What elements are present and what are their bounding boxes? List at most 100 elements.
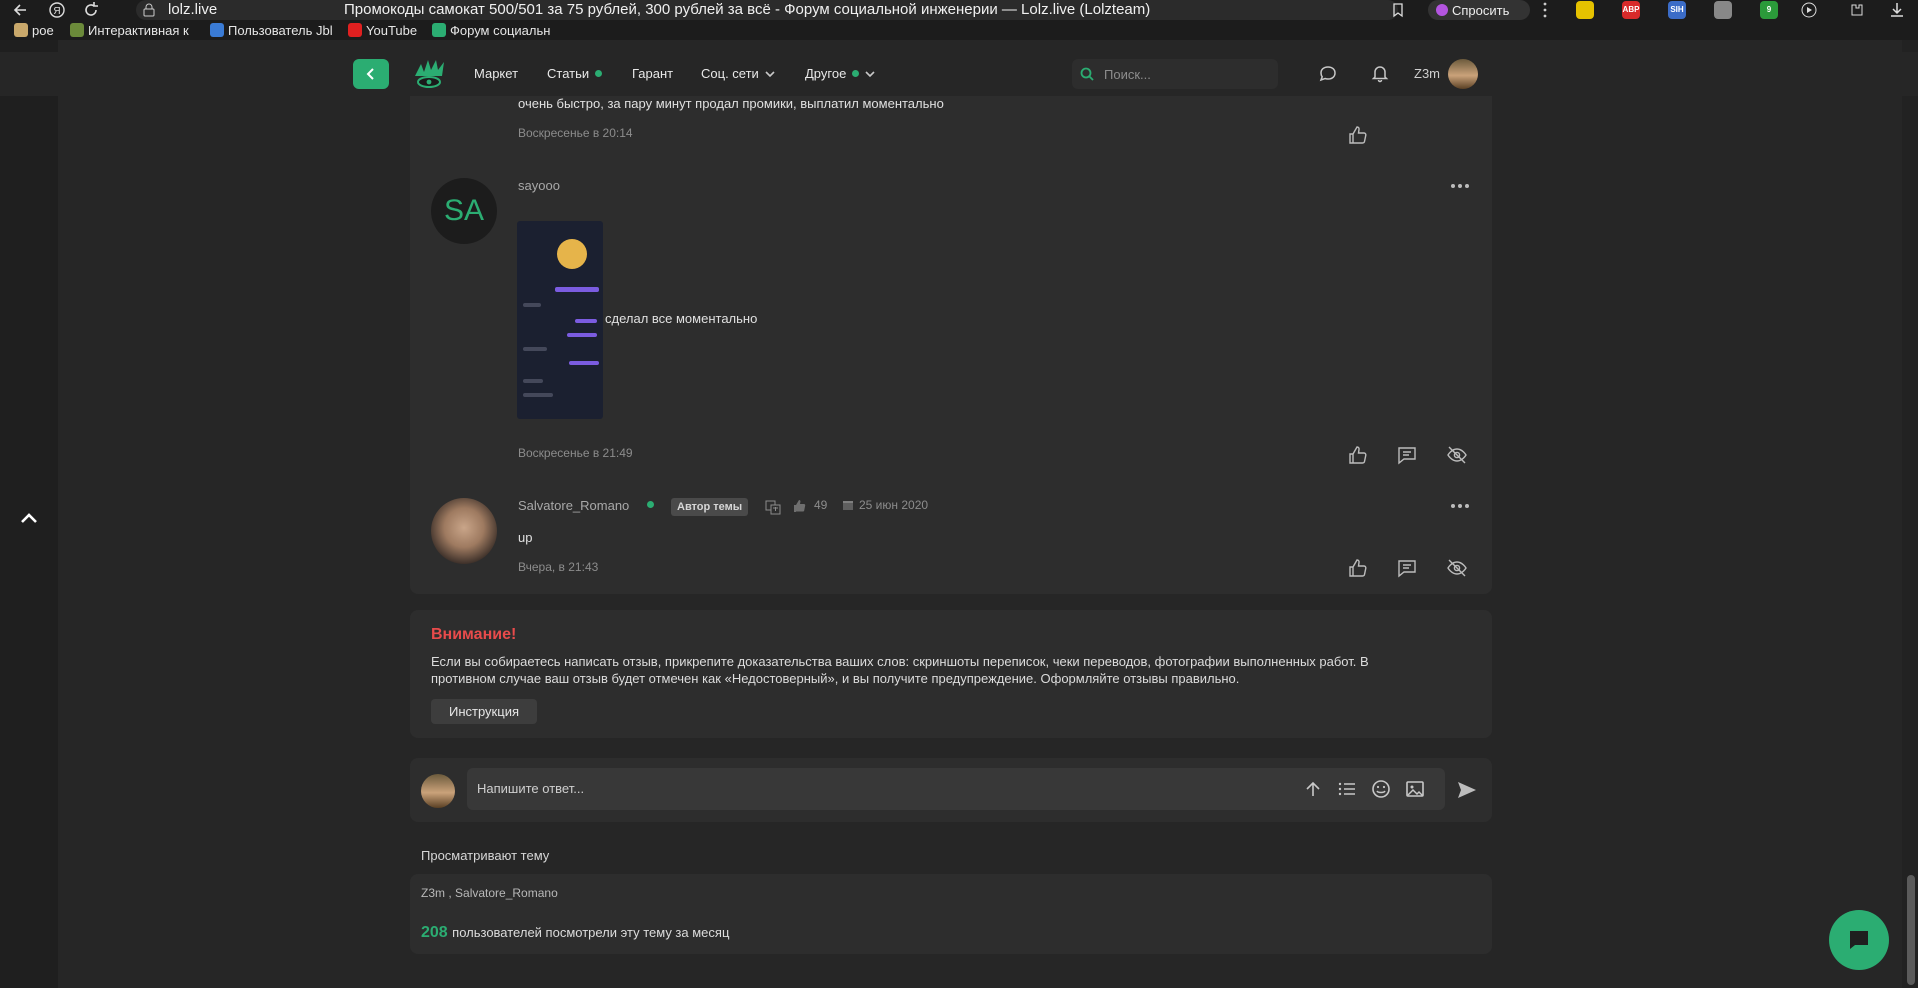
avatar[interactable] xyxy=(431,498,497,564)
instruction-button[interactable]: Инструкция xyxy=(431,699,537,724)
notice-title: Внимание! xyxy=(431,626,517,643)
more-horizontal-icon[interactable] xyxy=(1449,182,1471,190)
extension-icon[interactable] xyxy=(1714,1,1732,19)
bookmark-favicon-icon xyxy=(432,23,446,37)
viewers-card: Z3m , Salvatore_Romano 208 пользователей… xyxy=(410,874,1492,954)
post-text: up xyxy=(518,530,533,545)
reply-icon[interactable] xyxy=(1396,444,1418,466)
bookmark-item[interactable]: Форум социальн xyxy=(432,22,560,38)
search-placeholder: Поиск... xyxy=(1104,67,1151,82)
address-bar[interactable]: lolz.live Промокоды самокат 500/501 за 7… xyxy=(136,0,1403,20)
hide-icon[interactable] xyxy=(1446,557,1468,579)
post-date[interactable]: Воскресенье в 21:49 xyxy=(518,446,633,460)
bookmark-icon[interactable] xyxy=(1390,2,1406,18)
notice-card: Внимание! Если вы собираетесь написать о… xyxy=(410,610,1492,738)
viewer-user[interactable]: Salvatore_Romano xyxy=(455,886,558,900)
reply-placeholder: Напишите ответ... xyxy=(477,781,585,796)
bookmark-item[interactable]: YouTube xyxy=(348,22,424,38)
post-author[interactable]: sayooo xyxy=(518,178,560,193)
search-box[interactable]: Поиск... xyxy=(1072,59,1278,89)
arrow-up-icon[interactable] xyxy=(1303,779,1323,799)
viewer-user[interactable]: Z3m xyxy=(421,886,445,900)
nav-item[interactable]: Гарант xyxy=(632,66,673,81)
reply-input[interactable]: Напишите ответ... xyxy=(467,768,1445,810)
post-author[interactable]: Salvatore_Romano xyxy=(518,498,629,513)
chevron-down-icon xyxy=(765,70,775,77)
user-avatar[interactable] xyxy=(1448,59,1478,89)
post-date[interactable]: Вчера, в 21:43 xyxy=(518,560,598,574)
nav-item-label: Гарант xyxy=(632,66,674,81)
bell-icon[interactable] xyxy=(1370,63,1390,83)
search-icon xyxy=(1080,67,1094,81)
emoji-icon[interactable] xyxy=(1371,779,1391,799)
lolz-logo-icon[interactable] xyxy=(413,58,449,90)
bookmark-label: YouTube xyxy=(366,22,418,38)
chat-icon[interactable] xyxy=(1318,64,1338,84)
scroll-top-icon[interactable] xyxy=(18,508,40,530)
bookmark-favicon-icon xyxy=(70,23,84,37)
avatar[interactable]: SA xyxy=(431,178,497,244)
url-text[interactable]: lolz.live xyxy=(168,1,217,18)
bookmarks-bar: poe Интерактивная к Пользователь Jbl YouTub… xyxy=(0,20,1918,40)
views-count: 208 xyxy=(421,924,448,941)
post-date[interactable]: Воскресенье в 20:14 xyxy=(518,126,633,140)
reload-icon[interactable] xyxy=(82,1,100,19)
notice-text-line2: противном случае ваш отзыв будет отмечен… xyxy=(431,671,1240,686)
bookmark-item[interactable]: Интерактивная к xyxy=(70,22,190,38)
more-vertical-icon[interactable] xyxy=(1536,1,1554,19)
likes-icon xyxy=(794,500,806,512)
nav-item[interactable]: Соц. сети xyxy=(701,66,775,81)
viewers-heading: Просматривают тему xyxy=(421,848,550,863)
extension-icon[interactable]: ABP xyxy=(1622,1,1640,19)
nav-item-label: Маркет xyxy=(474,66,519,81)
bookmark-favicon-icon xyxy=(348,23,362,37)
ask-button[interactable]: Спросить xyxy=(1428,0,1530,20)
media-icon[interactable] xyxy=(1800,1,1818,19)
scrollbar-track[interactable] xyxy=(1902,40,1918,988)
chevron-down-icon xyxy=(865,70,875,77)
translate-icon[interactable] xyxy=(765,499,781,515)
scrollbar-thumb[interactable] xyxy=(1907,875,1915,985)
hide-icon[interactable] xyxy=(1446,444,1468,466)
views-text: пользователей посмотрели эту тему за мес… xyxy=(452,925,730,940)
chat-bubble xyxy=(567,333,597,337)
like-icon[interactable] xyxy=(1347,444,1369,466)
bookmark-label: Пользователь Jbl xyxy=(228,22,333,38)
send-icon[interactable] xyxy=(1456,779,1478,801)
notice-text-line1: Если вы собираетесь написать отзыв, прик… xyxy=(431,654,1369,669)
bookmark-item[interactable]: Пользователь Jbl xyxy=(210,22,338,38)
extensions-icon[interactable] xyxy=(1848,1,1866,19)
nav-item[interactable]: Статьи xyxy=(547,66,603,81)
back-arrow-icon[interactable] xyxy=(12,1,30,19)
floating-chat-button[interactable] xyxy=(1829,910,1889,970)
svg-text:Я: Я xyxy=(53,6,60,17)
nav-item[interactable]: Маркет xyxy=(474,66,518,81)
nav-username[interactable]: Z3m xyxy=(1414,66,1440,81)
list-icon[interactable] xyxy=(1337,779,1357,799)
downloads-icon[interactable] xyxy=(1888,1,1906,19)
more-horizontal-icon[interactable] xyxy=(1449,502,1471,510)
chat-bubble xyxy=(555,287,599,292)
chat-bubble xyxy=(569,361,599,365)
user-avatar xyxy=(421,774,455,808)
extension-icon[interactable]: SIH xyxy=(1668,1,1686,19)
new-indicator xyxy=(852,70,860,77)
reply-icon[interactable] xyxy=(1396,557,1418,579)
bookmark-item[interactable]: poe xyxy=(14,22,60,38)
extension-icon[interactable] xyxy=(1576,1,1594,19)
yandex-icon[interactable]: Я xyxy=(48,1,66,19)
like-icon[interactable] xyxy=(1347,124,1369,146)
chat-bubble xyxy=(523,379,543,383)
nav-item-label: Соц. сети xyxy=(701,66,759,81)
ask-icon xyxy=(1436,4,1448,16)
nav-item[interactable]: Другое xyxy=(805,66,875,81)
back-button[interactable] xyxy=(353,59,389,89)
image-icon[interactable] xyxy=(1405,779,1425,799)
chat-bubble xyxy=(575,319,597,323)
like-icon[interactable] xyxy=(1347,557,1369,579)
browser-toolbar: Я lolz.live Промокоды самокат 500/501 за… xyxy=(0,0,1918,20)
attached-image[interactable] xyxy=(517,221,603,419)
extension-icon[interactable]: 9 xyxy=(1760,1,1778,19)
message-icon xyxy=(1850,931,1868,949)
nav-item-label: Статьи xyxy=(547,66,590,81)
